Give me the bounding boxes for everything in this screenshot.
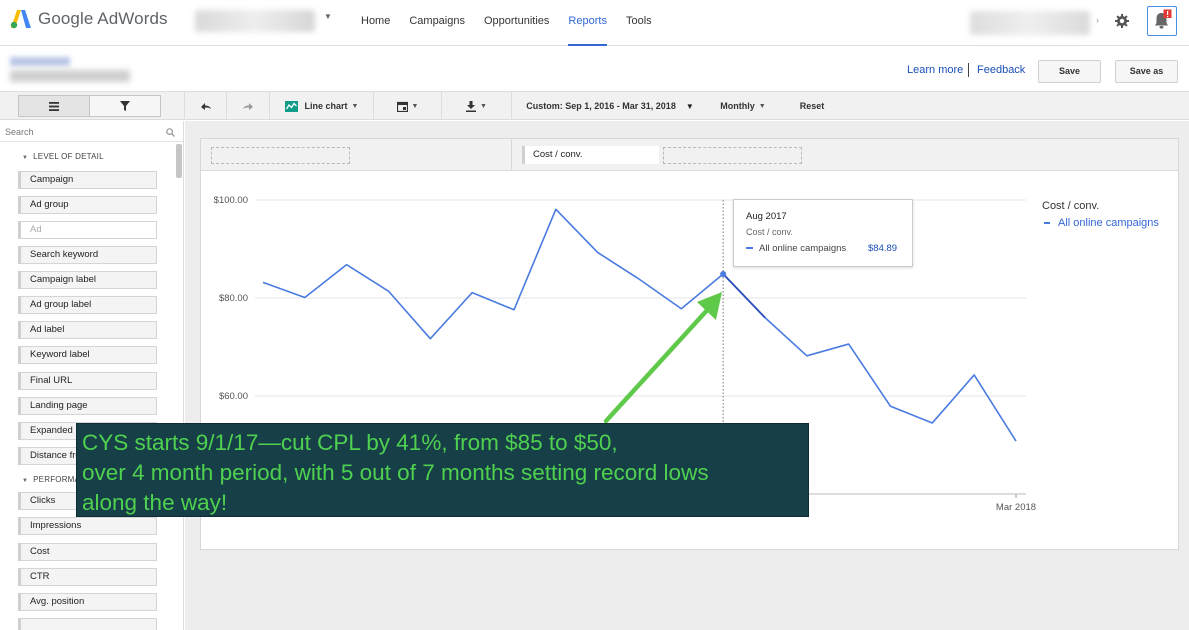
x-tick-label: Mar 2018 [996, 502, 1036, 513]
y-tick-label: $60.00 [219, 391, 248, 402]
annotation-callout: CYS starts 9/1/17—cut CPL by 41%, from $… [76, 423, 809, 517]
legend-title: Cost / conv. [1042, 200, 1100, 212]
tooltip-value: $84.89 [868, 243, 898, 254]
series-segment-highlight [722, 273, 766, 319]
y-axis: $60.00 $80.00 $100.00 [214, 195, 248, 402]
legend-item[interactable]: All online campaigns [1044, 217, 1159, 229]
legend-swatch [1044, 222, 1050, 225]
tooltip-series: All online campaigns [746, 243, 846, 254]
annotation-line-2: over 4 month period, with 5 out of 7 mon… [82, 460, 709, 485]
arrow-shaft [603, 304, 713, 424]
y-tick-label: $100.00 [214, 195, 248, 206]
chart-tooltip: Aug 2017 Cost / conv. All online campaig… [733, 199, 913, 267]
tooltip-metric: Cost / conv. [746, 227, 793, 237]
adwords-app: Google AdWords ▼ Home Campaigns Opportun… [0, 0, 1189, 630]
annotation-line-3: along the way! [82, 490, 228, 515]
annotation-arrow [603, 292, 722, 424]
highlight-point [720, 271, 727, 278]
series-swatch [746, 247, 753, 250]
annotation-line-1: CYS starts 9/1/17—cut CPL by 41%, from $… [82, 430, 618, 455]
y-tick-label: $80.00 [219, 293, 248, 304]
line-chart: $60.00 $80.00 $100.00 Mar 2018 [214, 195, 1036, 513]
tooltip-date: Aug 2017 [746, 211, 787, 222]
